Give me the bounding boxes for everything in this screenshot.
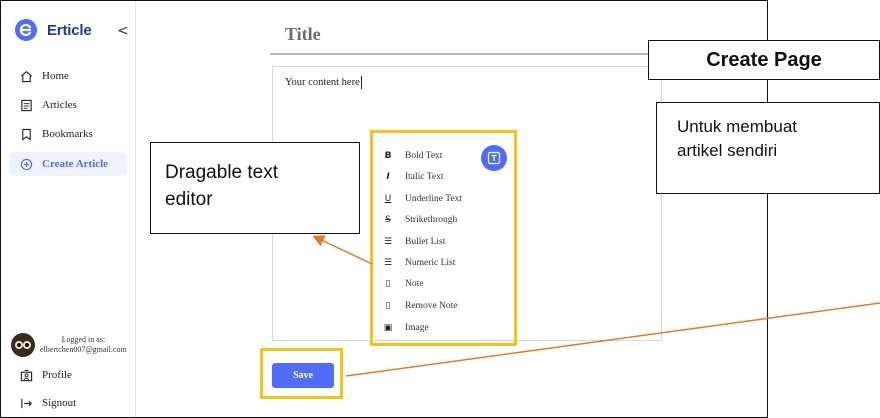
title-underline xyxy=(270,53,670,55)
signout-icon xyxy=(21,398,32,408)
sidebar-item-articles[interactable]: Articles xyxy=(9,93,127,117)
sidebar-item-label: Signout xyxy=(42,397,77,409)
save-highlight xyxy=(260,348,343,399)
create-page-text: Create Page xyxy=(706,48,822,71)
logo-icon xyxy=(15,19,37,41)
user-email: elbertchen007@gmail.com xyxy=(40,345,127,354)
dragable-editor-callout: Dragable text editor xyxy=(150,142,360,234)
sidebar-item-profile[interactable]: Profile xyxy=(9,363,127,387)
avatar-face-icon xyxy=(15,341,31,349)
create-desc-line-1: Untuk membuat xyxy=(677,117,797,136)
sidebar: Erticle < Home Articles Bookmarks Create… xyxy=(1,1,136,417)
sidebar-item-label: Home xyxy=(42,70,69,82)
avatar xyxy=(11,333,35,357)
sidebar-item-label: Bookmarks xyxy=(42,128,93,140)
sidebar-item-label: Profile xyxy=(42,369,72,381)
title-input[interactable]: Title xyxy=(285,24,321,45)
brand[interactable]: Erticle xyxy=(15,19,92,41)
sidebar-item-home[interactable]: Home xyxy=(9,64,127,88)
create-page-callout: Create Page xyxy=(648,40,880,80)
plus-circle-icon xyxy=(20,158,33,170)
brand-name: Erticle xyxy=(47,21,92,39)
drag-line-1: Dragable text xyxy=(165,162,279,183)
create-desc-line-2: artikel sendiri xyxy=(677,141,778,160)
content-placeholder: Your content here xyxy=(285,77,360,88)
text-caret xyxy=(361,76,362,89)
sidebar-item-bookmarks[interactable]: Bookmarks xyxy=(9,122,127,146)
create-desc-callout: Untuk membuat artikel sendiri xyxy=(656,102,880,194)
collapse-sidebar-button[interactable]: < xyxy=(117,23,129,39)
toolbar-highlight xyxy=(370,130,517,346)
sidebar-item-label: Create Article xyxy=(42,158,109,170)
sidebar-item-create-article[interactable]: Create Article xyxy=(9,152,127,176)
profile-icon xyxy=(20,369,33,381)
home-icon xyxy=(21,70,32,82)
user-info: Logged in as: elbertchen007@gmail.com xyxy=(11,333,127,357)
logged-in-label: Logged in as: xyxy=(61,335,106,344)
bookmark-icon xyxy=(22,128,31,141)
drag-line-2: editor xyxy=(165,189,213,210)
user-text: Logged in as: elbertchen007@gmail.com xyxy=(40,335,127,355)
articles-icon xyxy=(21,99,32,111)
sidebar-item-label: Articles xyxy=(42,99,77,111)
sidebar-item-signout[interactable]: Signout xyxy=(9,391,127,415)
